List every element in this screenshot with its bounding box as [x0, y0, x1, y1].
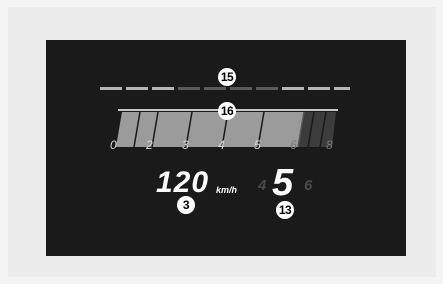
rpm-scale-label: 5 — [254, 138, 261, 152]
callout-gear-indicator: 13 — [276, 201, 294, 219]
cluster-display: 15 16 0 2 3 4 5 6 8 120 km/h 3 4 5 6 13 — [46, 40, 406, 256]
shift-dash — [230, 87, 252, 90]
shift-dash — [334, 87, 350, 90]
speed-unit: km/h — [216, 185, 238, 195]
rpm-scale-label: 8 — [326, 138, 333, 152]
shift-dash — [126, 87, 148, 90]
rpm-scale-label: 4 — [218, 138, 225, 152]
shift-dash — [204, 87, 226, 90]
gear-prev: 4 — [258, 177, 267, 194]
gear-next: 6 — [304, 177, 313, 194]
shift-dash — [100, 87, 122, 90]
rpm-bar-fill — [116, 112, 304, 147]
rpm-scale-label: 0 — [110, 138, 117, 152]
callout-shift-indicator: 15 — [218, 68, 236, 86]
gear-current: 5 — [272, 162, 294, 204]
shift-dash — [178, 87, 200, 90]
shift-dash — [308, 87, 330, 90]
speed-value: 120 — [156, 166, 210, 199]
callout-speedometer: 3 — [177, 196, 195, 214]
rpm-scale-label: 6 — [290, 138, 297, 152]
shift-indicator-bar — [100, 87, 350, 90]
rpm-scale-label: 3 — [182, 138, 189, 152]
shift-dash — [256, 87, 278, 90]
rpm-scale-label: 2 — [146, 138, 153, 152]
shift-dash — [282, 87, 304, 90]
callout-rpm-bar: 16 — [218, 102, 236, 120]
shift-dash — [152, 87, 174, 90]
